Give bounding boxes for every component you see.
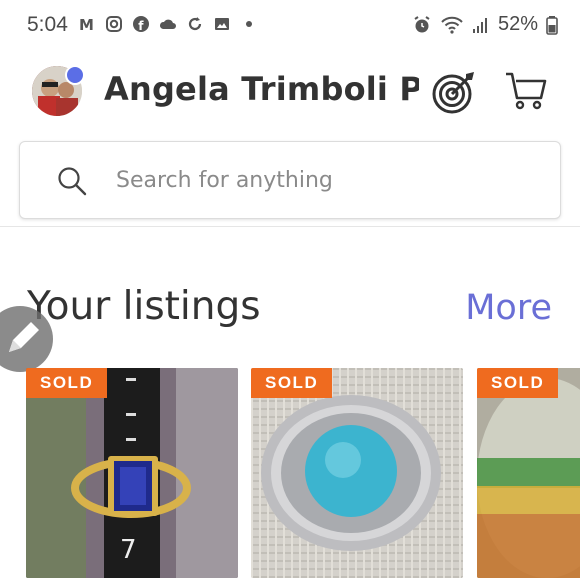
target-icon[interactable]	[430, 70, 478, 114]
user-name[interactable]: Angela Trimboli Por	[104, 70, 419, 108]
search-input[interactable]	[116, 164, 536, 196]
sold-badge: SOLD	[26, 368, 108, 398]
status-time: 5:04	[27, 13, 68, 36]
listing-card[interactable]: SOLD	[251, 368, 463, 578]
status-bar: 5:04 M f 52%	[0, 0, 580, 56]
edit-button[interactable]	[0, 306, 53, 372]
alarm-icon	[414, 15, 430, 32]
gmail-icon: M	[79, 16, 94, 33]
sold-badge: SOLD	[477, 368, 559, 398]
svg-text:f: f	[138, 19, 144, 33]
battery-percent: 52%	[497, 13, 538, 35]
sync-icon	[188, 17, 202, 31]
sold-badge: SOLD	[251, 368, 333, 398]
facebook-icon: f	[133, 16, 149, 33]
battery-icon	[546, 15, 558, 35]
listing-image	[251, 368, 463, 578]
svg-text:7: 7	[120, 535, 137, 565]
divider	[0, 226, 580, 227]
wifi-icon	[441, 16, 463, 34]
cart-icon[interactable]	[504, 69, 548, 113]
pencil-icon	[9, 322, 39, 352]
dot-icon	[246, 21, 252, 27]
gallery-icon	[215, 18, 229, 30]
listing-card[interactable]: 7 SOLD	[26, 368, 238, 578]
more-link[interactable]: More	[465, 288, 552, 328]
search-icon	[58, 167, 87, 196]
cloud-icon	[159, 19, 176, 29]
notification-dot	[65, 65, 85, 85]
svg-text:M: M	[79, 16, 94, 33]
listing-image	[477, 368, 580, 578]
status-icons-left: M f	[78, 15, 258, 33]
search-bar[interactable]	[19, 141, 561, 219]
section-title: Your listings	[27, 284, 261, 329]
listing-image: 7	[26, 368, 238, 578]
status-icons-right: 52%	[412, 13, 558, 36]
instagram-icon	[106, 16, 122, 32]
signal-icon	[472, 17, 487, 33]
listing-card[interactable]: SOLD	[477, 368, 580, 578]
